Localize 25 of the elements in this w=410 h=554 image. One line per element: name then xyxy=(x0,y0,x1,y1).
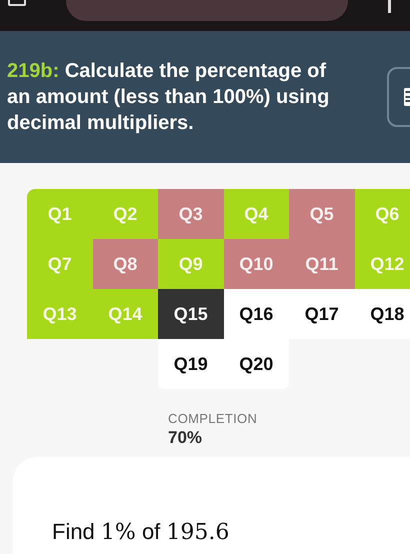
question-tab[interactable]: Q14 xyxy=(92,289,158,339)
question-tab[interactable]: Q8 xyxy=(92,239,158,289)
question-tab[interactable]: Q19 xyxy=(158,339,224,389)
question-tab[interactable]: Q10 xyxy=(224,239,289,289)
question-tab[interactable]: Q16 xyxy=(224,289,289,339)
question-tab[interactable]: Q12 xyxy=(354,239,410,289)
question-tab[interactable]: Q7 xyxy=(27,239,92,289)
question-tab[interactable]: Q11 xyxy=(289,239,354,289)
tabs-icon[interactable] xyxy=(8,0,26,6)
question-tab[interactable]: Q20 xyxy=(224,339,289,389)
question-tab[interactable]: Q5 xyxy=(289,189,354,239)
question-tab[interactable]: Q3 xyxy=(158,189,224,239)
completion-value: 70% xyxy=(168,427,204,449)
page-title: 219b: Calculate the percentage of an amount (less than 100%) using decimal multipliers. xyxy=(7,59,330,136)
completion-label: COMPLETION xyxy=(168,411,258,427)
question-tab[interactable]: Q9 xyxy=(158,239,224,289)
question-tab[interactable]: Q4 xyxy=(224,189,289,239)
question-tab[interactable]: Q1 xyxy=(27,189,92,239)
question-tab[interactable]: Q2 xyxy=(92,189,158,239)
question-tab[interactable]: Q18 xyxy=(354,289,410,339)
question-tab[interactable]: Q17 xyxy=(289,289,354,339)
question-tab[interactable]: Q6 xyxy=(354,189,410,239)
question-tab[interactable]: Q15 xyxy=(158,289,224,339)
question-tab[interactable]: Q13 xyxy=(27,289,92,339)
question-text: Find 1% of 195.6 xyxy=(52,518,230,547)
